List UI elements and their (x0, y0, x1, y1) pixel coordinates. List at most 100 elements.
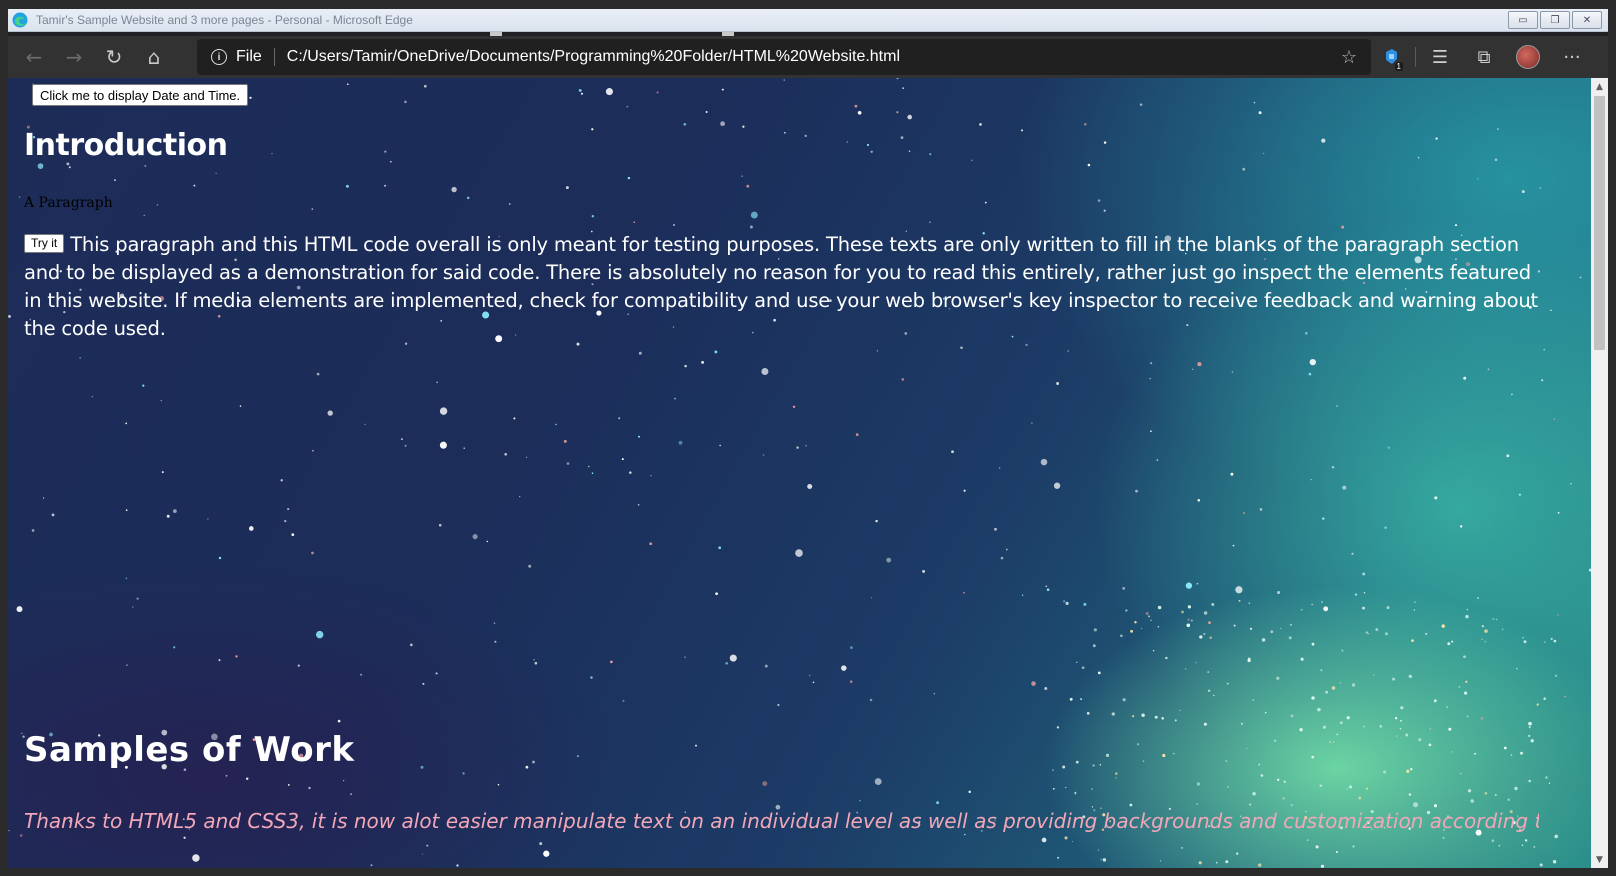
favorite-star-icon[interactable]: ☆ (1341, 47, 1357, 68)
address-url[interactable]: C:/Users/Tamir/OneDrive/Documents/Progra… (287, 48, 900, 66)
star (1190, 619, 1193, 622)
settings-menu-button[interactable]: ··· (1550, 39, 1594, 75)
scroll-down-button[interactable]: ▼ (1591, 851, 1608, 868)
star (1277, 778, 1280, 781)
forward-button[interactable]: → (54, 39, 94, 75)
star (1319, 784, 1323, 788)
star (125, 422, 128, 425)
star (1157, 625, 1160, 628)
star (1484, 629, 1488, 633)
star (1435, 137, 1438, 140)
star (1161, 717, 1164, 720)
window-controls: ▭ ❐ ✕ (1508, 11, 1602, 29)
star (125, 509, 128, 512)
star (695, 744, 697, 747)
star (439, 407, 448, 415)
star (1362, 606, 1365, 610)
star (1290, 714, 1294, 718)
star (1494, 793, 1497, 797)
star (1460, 525, 1463, 528)
star (591, 472, 594, 475)
star (1557, 614, 1559, 616)
star (466, 196, 470, 200)
try-it-button[interactable]: Try it (24, 234, 65, 253)
star (1503, 746, 1507, 750)
star (1197, 498, 1201, 502)
star (1233, 624, 1236, 627)
star (649, 542, 653, 546)
favorites-button[interactable]: ☰ (1418, 39, 1462, 75)
introduction-heading: Introduction (24, 128, 228, 163)
site-info-icon[interactable]: i (211, 49, 227, 65)
star (566, 462, 570, 465)
star (1358, 796, 1362, 800)
star (580, 92, 584, 95)
star (401, 438, 403, 440)
star (1080, 698, 1083, 701)
extension-button[interactable]: 1 (1369, 39, 1413, 75)
star (1458, 685, 1461, 688)
star (1162, 753, 1166, 758)
star (1057, 856, 1060, 859)
star (125, 577, 128, 580)
star (37, 163, 44, 169)
star (1122, 698, 1126, 702)
scrollbar-thumb[interactable] (1594, 96, 1605, 350)
star (1067, 350, 1069, 352)
minimize-button[interactable]: ▭ (1508, 11, 1538, 29)
star (438, 523, 442, 527)
refresh-button[interactable]: ↻ (94, 39, 134, 75)
star (1543, 348, 1545, 351)
star (1261, 638, 1266, 642)
star (136, 597, 139, 600)
star (750, 211, 758, 219)
star (1299, 728, 1303, 732)
star (1487, 368, 1490, 371)
address-bar[interactable]: i File C:/Users/Tamir/OneDrive/Documents… (197, 39, 1371, 75)
close-button[interactable]: ✕ (1572, 11, 1602, 29)
restore-button[interactable]: ❐ (1540, 11, 1570, 29)
address-scheme: File (236, 48, 262, 65)
star (1248, 602, 1251, 605)
home-button[interactable]: ⌂ (134, 39, 174, 75)
star (1091, 788, 1094, 790)
paragraph-label: A Paragraph (24, 195, 113, 211)
star (132, 606, 134, 608)
star (370, 864, 373, 867)
star (1238, 599, 1241, 602)
star (42, 497, 45, 499)
star (1252, 699, 1255, 701)
profile-button[interactable] (1506, 39, 1550, 75)
star (1400, 706, 1404, 710)
back-button[interactable]: ← (14, 39, 54, 75)
star (451, 186, 457, 193)
star (18, 196, 21, 198)
star (308, 786, 311, 790)
scroll-up-button[interactable]: ▲ (1591, 78, 1608, 95)
star (1365, 631, 1368, 634)
star (1102, 858, 1107, 862)
collections-button[interactable]: ⧉ (1462, 39, 1506, 75)
star (287, 508, 290, 511)
star (1021, 129, 1023, 132)
star (1554, 834, 1558, 839)
star (1335, 851, 1338, 853)
star (404, 444, 407, 447)
window-title: Tamir's Sample Website and 3 more pages … (36, 13, 413, 27)
star (761, 368, 769, 375)
star (1375, 628, 1379, 632)
star (1392, 677, 1396, 681)
star (1434, 496, 1438, 500)
star (1346, 788, 1348, 790)
vertical-scrollbar[interactable]: ▲ ▼ (1591, 78, 1608, 868)
star (1379, 725, 1383, 728)
star (1097, 671, 1101, 675)
star (1282, 797, 1285, 800)
star (1541, 379, 1544, 382)
star (1258, 763, 1261, 766)
star (777, 703, 780, 707)
display-date-button[interactable]: Click me to display Date and Time. (32, 84, 249, 106)
star (8, 829, 10, 832)
star (963, 489, 966, 492)
star (543, 850, 550, 857)
